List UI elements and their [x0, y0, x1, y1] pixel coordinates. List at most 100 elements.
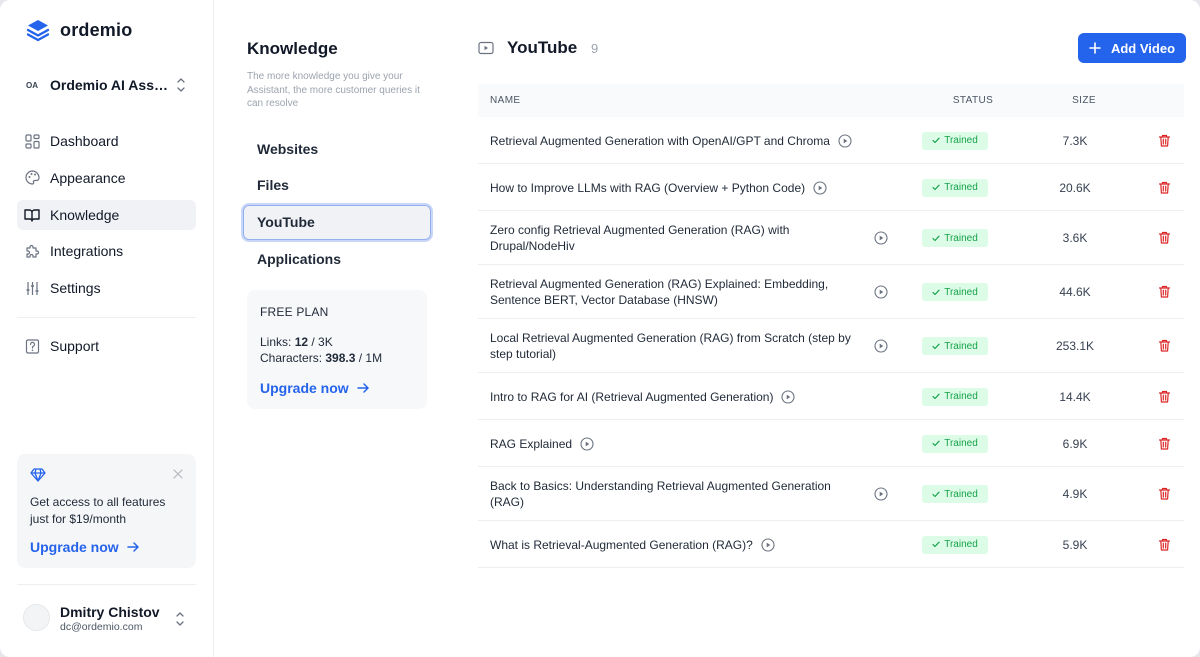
size-cell: 4.9K: [1062, 487, 1088, 501]
plan-upgrade-label: Upgrade now: [260, 380, 349, 396]
check-icon: [932, 137, 940, 144]
table-row[interactable]: Local Retrieval Augmented Generation (RA…: [478, 319, 1184, 373]
dashboard-icon: [24, 133, 40, 149]
trash-icon[interactable]: [1158, 134, 1171, 147]
status-label: Trained: [944, 438, 978, 449]
trash-icon[interactable]: [1158, 437, 1171, 450]
book-icon: [24, 207, 40, 223]
trash-icon[interactable]: [1158, 487, 1171, 500]
play-icon[interactable]: [874, 285, 888, 299]
status-label: Trained: [944, 135, 978, 146]
trash-icon[interactable]: [1158, 390, 1171, 403]
column-header-status: STATUS: [952, 95, 994, 106]
sidebar-item-appearance[interactable]: Appearance: [17, 163, 196, 193]
status-label: Trained: [944, 182, 978, 193]
trash-icon[interactable]: [1158, 285, 1171, 298]
promo-upgrade-link[interactable]: Upgrade now: [30, 539, 140, 555]
play-icon[interactable]: [874, 487, 888, 501]
plan-title: FREE PLAN: [260, 305, 329, 319]
sidebar-item-label: Integrations: [50, 243, 124, 260]
video-title-cell: What is Retrieval-Augmented Generation (…: [490, 537, 775, 553]
trash-icon[interactable]: [1158, 231, 1171, 244]
status-label: Trained: [944, 539, 978, 550]
workspace-name: Ordemio AI Assistant: [50, 77, 168, 93]
plus-icon: [1089, 42, 1101, 54]
play-icon[interactable]: [761, 537, 775, 552]
plan-links-usage: Links: 12 / 3K: [260, 335, 333, 349]
video-title-cell: Retrieval Augmented Generation with Open…: [490, 133, 852, 149]
trash-icon[interactable]: [1158, 339, 1171, 352]
plan-links-label: Links:: [260, 335, 295, 349]
chevron-up-down-icon: [176, 612, 184, 626]
table-row[interactable]: Retrieval Augmented Generation (RAG) Exp…: [478, 265, 1184, 319]
user-divider: [17, 584, 196, 585]
check-icon: [932, 440, 940, 447]
sidebar-divider: [17, 317, 196, 318]
table-row[interactable]: Zero config Retrieval Augmented Generati…: [478, 211, 1184, 265]
trash-icon[interactable]: [1158, 538, 1171, 551]
sidebar-item-label: Knowledge: [50, 206, 120, 223]
play-icon[interactable]: [874, 231, 888, 245]
table-row[interactable]: Retrieval Augmented Generation with Open…: [478, 117, 1184, 164]
knowledge-nav: Websites Files YouTube Applications: [243, 131, 431, 278]
knowledge-tab-websites[interactable]: Websites: [243, 131, 431, 166]
status-label: Trained: [944, 391, 978, 402]
status-badge: Trained: [922, 283, 988, 301]
brand-name: ordemio: [60, 19, 133, 40]
upgrade-promo-card: Get access to all features just for $19/…: [17, 454, 196, 568]
check-icon: [932, 393, 940, 400]
table-row[interactable]: RAG Explained Trained 6.9K: [478, 420, 1184, 467]
table-row[interactable]: Back to Basics: Understanding Retrieval …: [478, 467, 1184, 521]
close-icon[interactable]: [172, 468, 184, 480]
workspace-switcher[interactable]: OA Ordemio AI Assistant: [26, 74, 192, 96]
video-title-cell: RAG Explained: [490, 436, 594, 452]
video-title: What is Retrieval-Augmented Generation (…: [490, 537, 753, 552]
workspace-badge: OA: [26, 80, 38, 90]
video-title: Intro to RAG for AI (Retrieval Augmented…: [490, 389, 774, 404]
sidebar-item-knowledge[interactable]: Knowledge: [17, 199, 196, 230]
knowledge-tab-applications[interactable]: Applications: [243, 241, 431, 276]
sidebar-item-support[interactable]: Support: [17, 331, 196, 361]
add-video-button[interactable]: Add Video: [1078, 33, 1186, 63]
video-title-cell: Back to Basics: Understanding Retrieval …: [490, 478, 866, 510]
plan-upgrade-link[interactable]: Upgrade now: [260, 380, 370, 396]
status-badge: Trained: [922, 434, 988, 453]
play-icon[interactable]: [580, 436, 594, 451]
sidebar-item-label: Dashboard: [50, 133, 119, 149]
check-icon: [932, 541, 940, 548]
puzzle-icon: [24, 243, 40, 259]
play-icon[interactable]: [813, 180, 827, 195]
video-count-badge: 9: [591, 41, 599, 56]
videos-table: NAME STATUS SIZE Retrieval Augmented Gen…: [478, 84, 1184, 568]
sidebar-item-dashboard[interactable]: Dashboard: [17, 126, 196, 156]
page-title: YouTube: [507, 38, 578, 57]
size-cell: 5.9K: [1062, 537, 1088, 552]
user-menu[interactable]: Dmitry Chistov dc@ordemio.com: [23, 604, 193, 634]
palette-icon: [24, 170, 40, 186]
size-cell: 44.6K: [1059, 285, 1091, 299]
play-icon[interactable]: [838, 133, 852, 148]
play-icon[interactable]: [781, 389, 796, 404]
plan-chars-used: 398.3: [325, 351, 356, 365]
brand-logo[interactable]: ordemio: [26, 18, 132, 42]
video-title-cell: Zero config Retrieval Augmented Generati…: [490, 222, 866, 254]
knowledge-tab-files[interactable]: Files: [243, 168, 431, 203]
video-title: Zero config Retrieval Augmented Generati…: [490, 223, 790, 253]
status-label: Trained: [944, 340, 978, 352]
status-label: Trained: [944, 232, 978, 244]
video-icon: [478, 41, 494, 55]
sidebar-item-integrations[interactable]: Integrations: [17, 236, 196, 266]
plan-chars-usage: Characters: 398.3 / 1M: [260, 351, 382, 365]
table-row[interactable]: How to Improve LLMs with RAG (Overview +…: [478, 164, 1184, 211]
trash-icon[interactable]: [1158, 181, 1171, 194]
table-header: NAME STATUS SIZE: [478, 84, 1184, 117]
app-window: ordemio OA Ordemio AI Assistant Dashboar…: [0, 0, 1200, 657]
play-icon[interactable]: [874, 339, 888, 353]
knowledge-tab-youtube[interactable]: YouTube: [243, 204, 431, 240]
table-row[interactable]: What is Retrieval-Augmented Generation (…: [478, 521, 1184, 568]
user-email: dc@ordemio.com: [60, 621, 143, 633]
video-title: Retrieval Augmented Generation (RAG) Exp…: [490, 277, 829, 307]
status-label: Trained: [944, 488, 978, 500]
table-row[interactable]: Intro to RAG for AI (Retrieval Augmented…: [478, 373, 1184, 420]
sidebar-item-settings[interactable]: Settings: [17, 273, 196, 303]
